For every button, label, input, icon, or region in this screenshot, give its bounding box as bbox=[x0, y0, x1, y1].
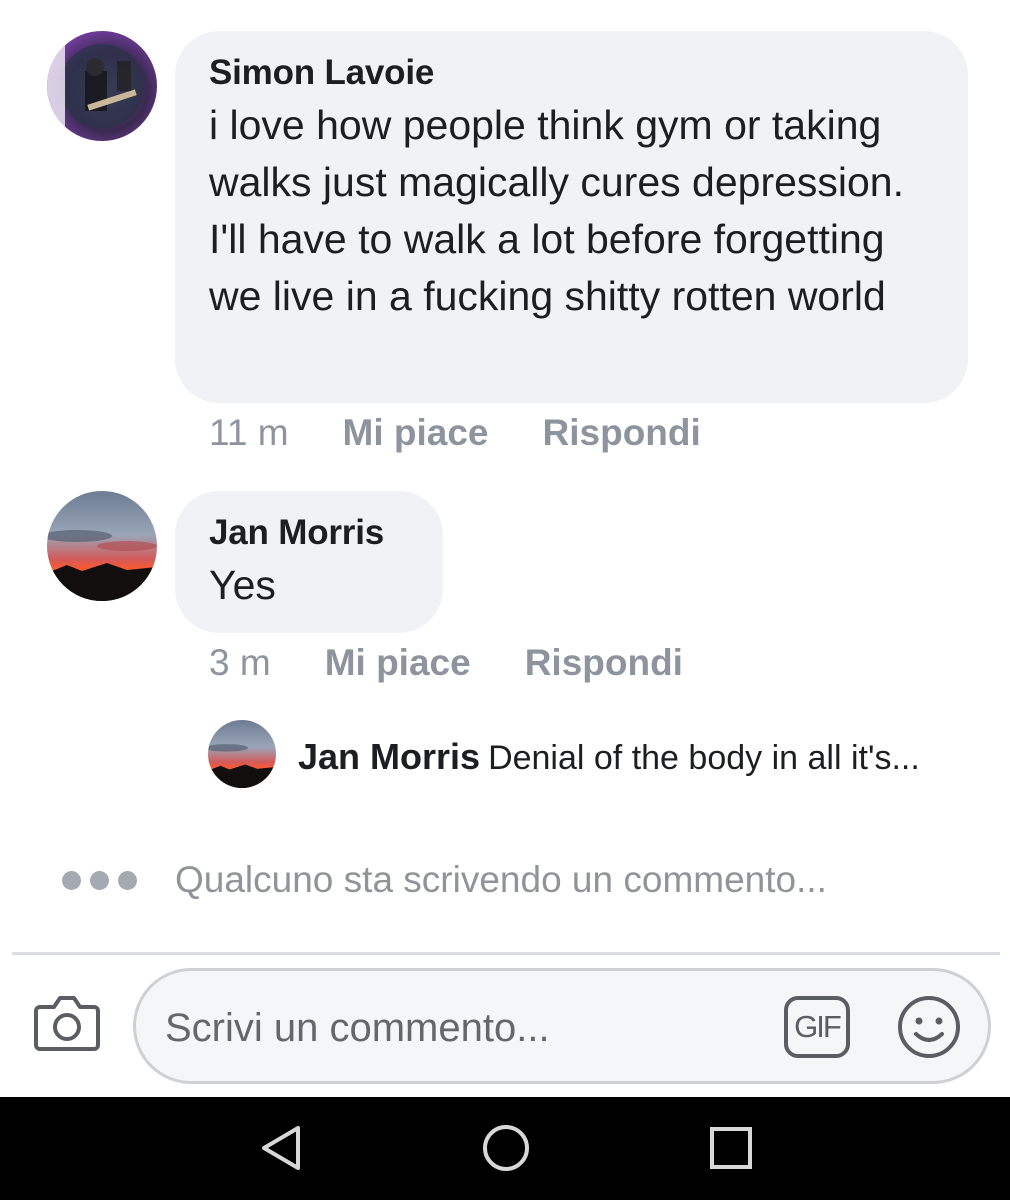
avatar[interactable] bbox=[47, 491, 157, 601]
comment-author[interactable]: Jan Morris bbox=[209, 513, 409, 553]
reply-avatar[interactable] bbox=[208, 720, 276, 788]
typing-indicator: Qualcuno sta scrivendo un commento... bbox=[62, 858, 827, 902]
recents-square-icon[interactable] bbox=[706, 1123, 756, 1173]
gif-icon[interactable]: GIF bbox=[784, 996, 850, 1058]
comment-composer: Scrivi un commento... GIF bbox=[0, 955, 1010, 1097]
back-triangle-icon[interactable] bbox=[256, 1123, 306, 1173]
reply-text: Denial of the body in all it's... bbox=[488, 739, 920, 777]
system-navigation-bar bbox=[0, 1097, 1010, 1200]
smiley-icon[interactable] bbox=[896, 994, 962, 1060]
profile-photo-sunset bbox=[208, 720, 276, 788]
comment-bubble[interactable]: Jan Morris Yes bbox=[175, 491, 443, 633]
comment-time: 11 m bbox=[209, 412, 289, 453]
reply-preview[interactable]: Jan Morris Denial of the body in all it's… bbox=[298, 737, 920, 778]
reply-button[interactable]: Rispondi bbox=[525, 642, 683, 683]
reply-button[interactable]: Rispondi bbox=[543, 412, 701, 453]
like-button[interactable]: Mi piace bbox=[325, 642, 471, 683]
avatar[interactable] bbox=[47, 31, 157, 141]
comments-screen: Simon Lavoie i love how people think gym… bbox=[0, 0, 1010, 1200]
camera-icon[interactable] bbox=[34, 993, 100, 1053]
comment-text: Yes bbox=[209, 562, 276, 608]
comment-meta: 3 m Mi piace Rispondi bbox=[209, 641, 683, 685]
profile-photo-concert bbox=[47, 31, 157, 141]
typing-dots-icon bbox=[62, 870, 137, 890]
typing-text: Qualcuno sta scrivendo un commento... bbox=[175, 859, 827, 900]
comment-meta: 11 m Mi piace Rispondi bbox=[209, 411, 701, 455]
comment-input-placeholder[interactable]: Scrivi un commento... bbox=[165, 1004, 550, 1052]
comment-author[interactable]: Simon Lavoie bbox=[209, 53, 934, 93]
home-circle-icon[interactable] bbox=[481, 1123, 531, 1173]
reply-author[interactable]: Jan Morris bbox=[298, 736, 480, 777]
like-button[interactable]: Mi piace bbox=[343, 412, 489, 453]
profile-photo-sunset bbox=[47, 491, 157, 601]
comment-text: i love how people think gym or taking wa… bbox=[209, 102, 904, 319]
comment-input[interactable]: Scrivi un commento... GIF bbox=[133, 968, 991, 1084]
comment-bubble[interactable]: Simon Lavoie i love how people think gym… bbox=[175, 31, 968, 403]
comment-time: 3 m bbox=[209, 642, 271, 683]
